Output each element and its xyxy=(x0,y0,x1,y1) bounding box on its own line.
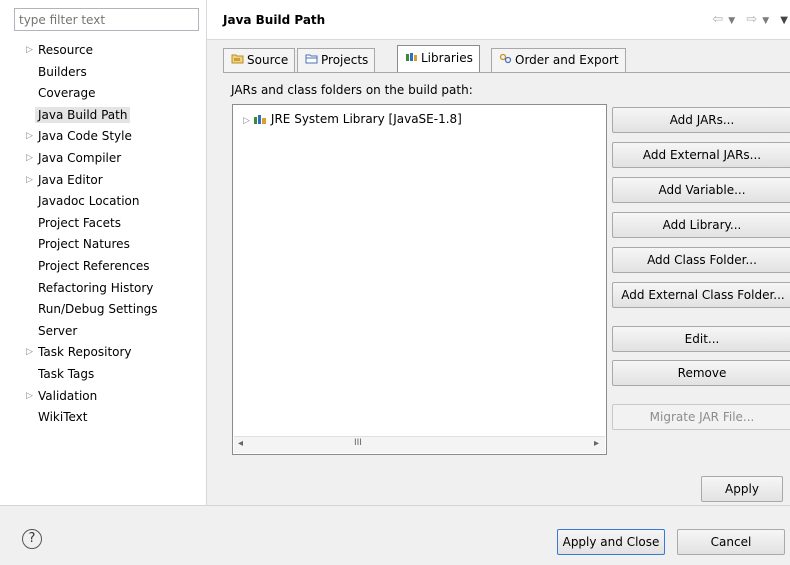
tab-order-and-export[interactable]: Order and Export xyxy=(491,48,626,72)
tree-item-run-debug-settings[interactable]: Run/Debug Settings xyxy=(0,299,206,321)
back-arrow-icon[interactable]: ⇦ xyxy=(712,12,725,27)
tree-item-server[interactable]: Server xyxy=(0,321,206,343)
add-external-class-folder-button[interactable]: Add External Class Folder... xyxy=(612,282,790,308)
library-icon xyxy=(404,47,418,71)
scroll-left-icon[interactable]: ◂ xyxy=(238,438,243,449)
tree-item-task-tags[interactable]: Task Tags xyxy=(0,364,206,386)
properties-page: Java Build Path ⇦ ▼ ⇨ ▼ ▼ Source Projects … xyxy=(207,0,790,505)
expand-arrow-icon[interactable]: ▷ xyxy=(26,126,36,148)
project-folder-icon xyxy=(304,50,318,72)
tree-item-refactoring-history[interactable]: Refactoring History xyxy=(0,278,206,300)
apply-button[interactable]: Apply xyxy=(701,476,783,502)
filter-input[interactable] xyxy=(14,8,199,31)
cancel-button[interactable]: Cancel xyxy=(677,529,785,555)
forward-arrow-icon[interactable]: ⇨ xyxy=(746,12,759,27)
expand-arrow-icon[interactable]: ▷ xyxy=(26,386,36,408)
tree-item-java-code-style[interactable]: ▷ Java Code Style xyxy=(0,126,206,148)
tree-item-project-references[interactable]: Project References xyxy=(0,256,206,278)
apply-and-close-button[interactable]: Apply and Close xyxy=(557,529,665,555)
tree-item-java-editor[interactable]: ▷ Java Editor xyxy=(0,170,206,192)
source-folder-icon xyxy=(230,50,244,72)
add-library-button[interactable]: Add Library... xyxy=(612,212,790,238)
tab-projects[interactable]: Projects xyxy=(297,48,376,72)
add-class-folder-button[interactable]: Add Class Folder... xyxy=(612,247,790,273)
expand-arrow-icon[interactable]: ▷ xyxy=(243,116,250,126)
expand-arrow-icon[interactable]: ▷ xyxy=(26,342,36,364)
library-icon xyxy=(253,113,267,125)
horizontal-scrollbar[interactable]: ◂ III ▸ xyxy=(234,436,605,453)
order-export-icon xyxy=(498,50,512,72)
help-icon[interactable]: ? xyxy=(22,529,42,549)
page-title: Java Build Path xyxy=(223,13,326,27)
migrate-jar-button[interactable]: Migrate JAR File... xyxy=(612,404,790,430)
tab-source[interactable]: Source xyxy=(223,48,296,72)
footer-divider xyxy=(0,505,790,506)
expand-arrow-icon[interactable]: ▷ xyxy=(26,40,36,62)
tree-item-wikitext[interactable]: WikiText xyxy=(0,407,206,429)
preference-tree: ▷ Resource Builders Coverage Java Build P… xyxy=(0,40,206,429)
tree-item-project-natures[interactable]: Project Natures xyxy=(0,234,206,256)
history-nav: ⇦ ▼ ⇨ ▼ ▼ xyxy=(709,12,790,27)
tree-item-project-facets[interactable]: Project Facets xyxy=(0,213,206,235)
tree-item-task-repository[interactable]: ▷ Task Repository xyxy=(0,342,206,364)
list-item-jre-system-library[interactable]: ▷ JRE System Library [JavaSE-1.8] xyxy=(243,111,462,126)
page-header: Java Build Path ⇦ ▼ ⇨ ▼ ▼ xyxy=(207,0,790,40)
tree-item-java-build-path[interactable]: Java Build Path xyxy=(0,105,206,127)
remove-button[interactable]: Remove xyxy=(612,360,790,386)
view-menu-icon[interactable]: ▼ xyxy=(780,15,790,26)
expand-arrow-icon[interactable]: ▷ xyxy=(26,148,36,170)
forward-dropdown-icon[interactable]: ▼ xyxy=(762,16,771,26)
add-jars-button[interactable]: Add JARs... xyxy=(612,107,790,133)
scrollbar-thumb[interactable]: III xyxy=(354,438,362,448)
tab-libraries[interactable]: Libraries xyxy=(397,45,480,73)
tree-item-resource[interactable]: ▷ Resource xyxy=(0,40,206,62)
edit-button[interactable]: Edit... xyxy=(612,326,790,352)
build-path-list[interactable]: ▷ JRE System Library [JavaSE-1.8] ◂ III ▸ xyxy=(232,104,607,455)
add-external-jars-button[interactable]: Add External JARs... xyxy=(612,142,790,168)
preference-tree-pane: ▷Resource Builders Coverage Java Build P… xyxy=(0,0,206,505)
tree-item-java-compiler[interactable]: ▷ Java Compiler xyxy=(0,148,206,170)
scroll-right-icon[interactable]: ▸ xyxy=(594,438,599,449)
tree-item-builders[interactable]: Builders xyxy=(0,62,206,84)
tree-item-javadoc-location[interactable]: Javadoc Location xyxy=(0,191,206,213)
libraries-description: JARs and class folders on the build path… xyxy=(231,83,473,97)
add-variable-button[interactable]: Add Variable... xyxy=(612,177,790,203)
libraries-tab-content: JARs and class folders on the build path… xyxy=(223,72,790,464)
tree-item-validation[interactable]: ▷ Validation xyxy=(0,386,206,408)
back-dropdown-icon[interactable]: ▼ xyxy=(728,16,737,26)
tree-item-coverage[interactable]: Coverage xyxy=(0,83,206,105)
expand-arrow-icon[interactable]: ▷ xyxy=(26,170,36,192)
